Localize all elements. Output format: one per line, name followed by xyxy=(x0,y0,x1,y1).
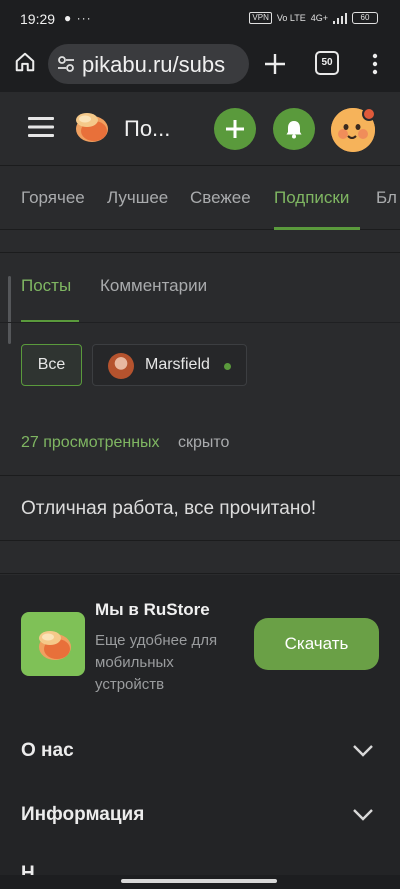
status-bar: 19:29 ● ··· VPN Vo LTE 4G+ 60 xyxy=(0,0,400,38)
all-read-message: Отличная работа, все прочитано! xyxy=(21,498,317,519)
chevron-down-icon xyxy=(353,809,373,821)
scroll-indicator xyxy=(8,276,11,344)
nav-active-indicator xyxy=(274,227,360,230)
viewed-count-link[interactable]: 27 просмотренных xyxy=(21,434,160,452)
rustore-app-icon[interactable] xyxy=(21,612,85,676)
more-menu-icon[interactable] xyxy=(366,51,384,77)
user-name: Marsfield xyxy=(145,356,210,373)
home-icon[interactable] xyxy=(14,51,36,73)
all-read-message-row: Отличная работа, все прочитано! xyxy=(0,477,400,541)
accordion-next-partial[interactable]: Н... xyxy=(21,863,51,875)
tab-comments[interactable]: Комментарии xyxy=(100,276,207,296)
accordion-label: Информация xyxy=(21,804,145,825)
nav-item-subscriptions[interactable]: Подписки xyxy=(274,188,349,208)
plus-icon xyxy=(226,120,244,138)
pikabu-logo-icon xyxy=(39,631,71,660)
signal-icon xyxy=(333,12,347,24)
nav-item-fresh[interactable]: Свежее xyxy=(190,188,251,208)
status-right-icons: VPN Vo LTE 4G+ 60 xyxy=(249,12,378,24)
main-nav: Горячее Лучшее Свежее Подписки Бл xyxy=(0,166,400,230)
site-header: По... xyxy=(0,92,400,166)
browser-toolbar: pikabu.ru/subs 50 xyxy=(0,38,400,92)
user-avatar[interactable] xyxy=(331,107,376,152)
network-type: 4G+ xyxy=(310,13,328,23)
filter-all-chip[interactable]: Все xyxy=(21,344,82,386)
battery-icon: 60 xyxy=(352,12,378,24)
rustore-description: Еще удобнее для мобильных устройств xyxy=(95,632,218,693)
tab-posts[interactable]: Посты xyxy=(21,276,71,296)
volte-icon: Vo LTE xyxy=(276,13,306,23)
address-bar[interactable]: pikabu.ru/subs xyxy=(48,44,249,84)
spacer xyxy=(0,231,400,253)
gesture-bar xyxy=(0,875,400,889)
pikabu-logo-icon[interactable] xyxy=(72,110,110,144)
site-settings-icon[interactable] xyxy=(57,55,75,73)
add-post-button[interactable] xyxy=(214,108,256,150)
spacer xyxy=(0,542,400,574)
notification-badge xyxy=(362,107,376,121)
notification-icons: ● ··· xyxy=(64,11,92,25)
menu-icon[interactable] xyxy=(28,114,54,140)
chevron-down-icon xyxy=(353,745,373,757)
vpn-icon: VPN xyxy=(249,12,272,24)
divider xyxy=(0,322,400,323)
nav-item-hot[interactable]: Горячее xyxy=(21,188,85,208)
url-text[interactable]: pikabu.ru/subs xyxy=(82,52,225,78)
user-avatar-small xyxy=(108,353,134,379)
accordion-label: О нас xyxy=(21,740,74,761)
page-title: По... xyxy=(124,116,171,141)
bell-icon xyxy=(286,121,302,139)
feed-tabs-panel: Посты Комментарии Все Marsfield xyxy=(0,254,400,412)
online-dot xyxy=(224,363,231,370)
new-tab-icon[interactable] xyxy=(262,51,288,77)
filter-user-chip[interactable]: Marsfield xyxy=(92,344,247,386)
home-gesture-handle[interactable] xyxy=(121,879,277,883)
tabs-count-button[interactable]: 50 xyxy=(315,51,339,75)
rustore-title: Мы в RuStore xyxy=(95,600,210,619)
accordion-info[interactable]: Информация xyxy=(0,796,400,836)
notifications-button[interactable] xyxy=(273,108,315,150)
status-time: 19:29 xyxy=(20,11,56,27)
nav-item-best[interactable]: Лучшее xyxy=(107,188,168,208)
viewed-hidden-row: 27 просмотренных скрыто xyxy=(0,412,400,476)
download-button[interactable]: Скачать xyxy=(254,618,379,670)
viewed-status-text: скрыто xyxy=(178,434,230,451)
accordion-about[interactable]: О нас xyxy=(0,732,400,772)
nav-item-blogs[interactable]: Бл xyxy=(376,188,397,208)
footer: Мы в RuStore Еще удобнее для мобильных у… xyxy=(0,575,400,875)
